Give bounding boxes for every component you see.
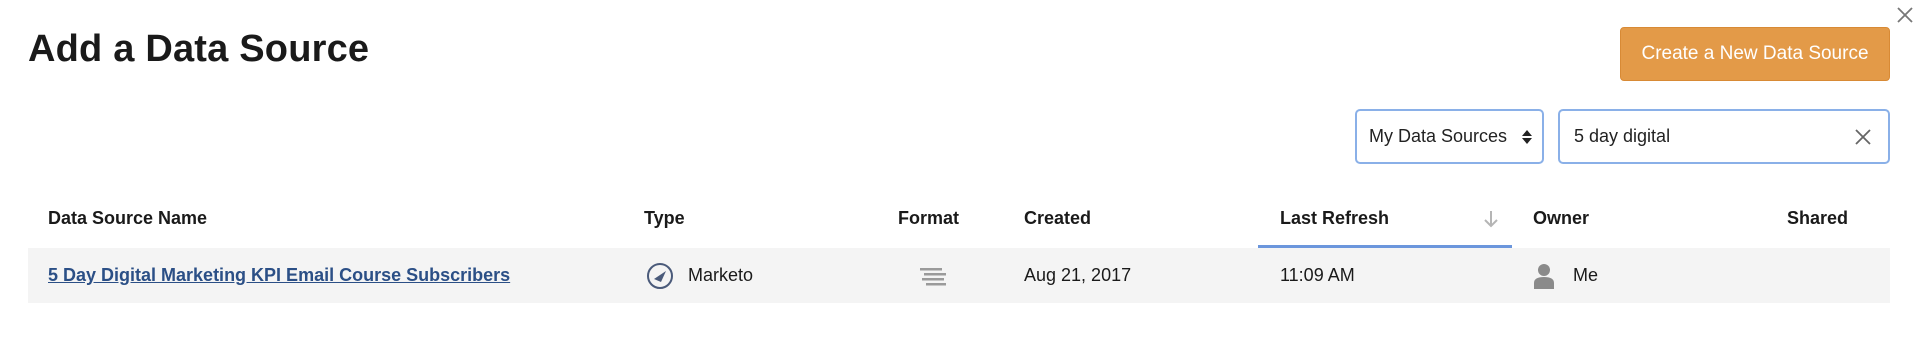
data-source-name-link[interactable]: 5 Day Digital Marketing KPI Email Course…	[48, 265, 510, 286]
format-lines-icon	[920, 267, 946, 285]
column-header-shared[interactable]: Shared	[1787, 208, 1848, 229]
column-header-format[interactable]: Format	[898, 208, 959, 229]
cell-format	[918, 248, 948, 303]
search-input[interactable]	[1574, 126, 1850, 147]
arrow-down-icon[interactable]	[1483, 209, 1499, 234]
cell-owner: Me	[1533, 248, 1598, 303]
cell-created: Aug 21, 2017	[1024, 265, 1132, 285]
owner-label: Me	[1573, 265, 1599, 285]
cell-type: Marketo	[646, 248, 753, 303]
column-header-type[interactable]: Type	[644, 208, 685, 229]
marketo-icon	[647, 262, 673, 289]
close-icon[interactable]	[1890, 0, 1920, 30]
clear-search-icon[interactable]	[1850, 124, 1876, 150]
dialog-title: Add a Data Source	[28, 28, 370, 70]
filter-select-value: My Data Sources	[1369, 126, 1508, 146]
column-header-name[interactable]: Data Source Name	[48, 208, 207, 229]
column-header-created[interactable]: Created	[1024, 208, 1091, 229]
person-icon	[1534, 263, 1554, 289]
create-data-source-button[interactable]: Create a New Data Source	[1620, 27, 1890, 81]
table-row[interactable]: 5 Day Digital Marketing KPI Email Course…	[28, 248, 1890, 303]
cell-name: 5 Day Digital Marketing KPI Email Course…	[48, 248, 510, 303]
select-arrows-icon	[1522, 129, 1532, 144]
search-field[interactable]	[1558, 109, 1890, 164]
type-label: Marketo	[688, 265, 754, 285]
data-source-filter-select[interactable]: My Data Sources	[1355, 109, 1544, 164]
cell-last-refresh: 11:09 AM	[1280, 265, 1355, 285]
column-header-owner[interactable]: Owner	[1533, 208, 1589, 229]
column-header-last-refresh[interactable]: Last Refresh	[1280, 208, 1389, 229]
